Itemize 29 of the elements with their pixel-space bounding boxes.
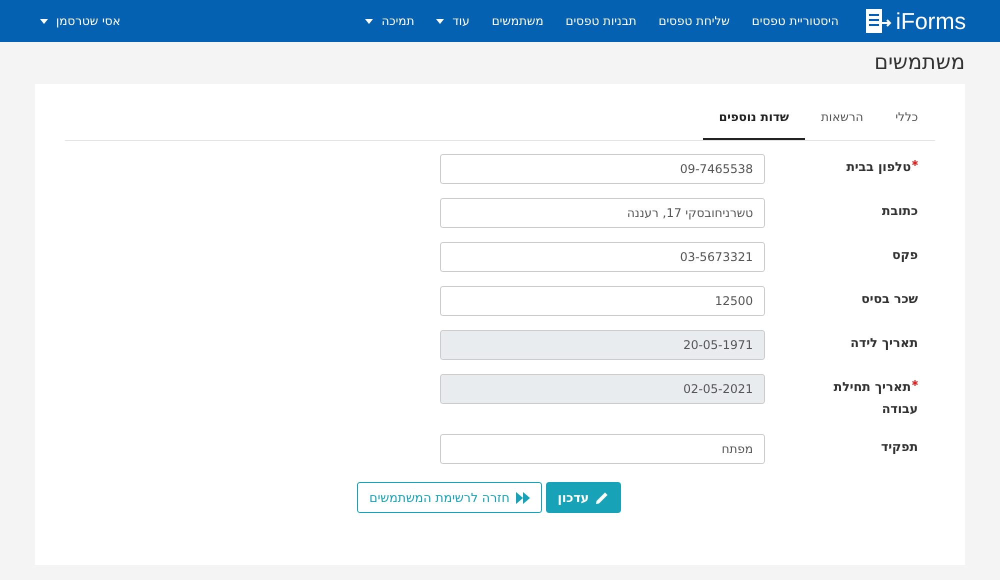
nav-link[interactable]: שליחת טפסים: [658, 14, 730, 28]
input-field[interactable]: 12500: [440, 286, 765, 316]
logo-text[interactable]: iForms: [896, 8, 966, 34]
tab[interactable]: שדות נוספים: [702, 100, 806, 140]
input-field[interactable]: 03-5673321: [440, 242, 765, 272]
fast-forward-icon: [516, 492, 530, 504]
field-label: כתובת: [880, 202, 918, 220]
field-label: טלפון בבית: [811, 154, 918, 178]
form-arrow-icon: [864, 8, 893, 34]
field-label: תאריך תחילת עבודה: [832, 378, 918, 418]
nav-link[interactable]: משתמשים: [492, 14, 544, 28]
page-title: משתמשים: [873, 49, 966, 76]
user-menu[interactable]: אסי שטרסמן: [40, 14, 121, 28]
nav-link[interactable]: היסטוריית טפסים: [752, 14, 839, 28]
nav-link[interactable]: תמיכה: [365, 14, 414, 28]
field-label: תאריך לידה: [849, 334, 918, 352]
required-icon: [912, 380, 918, 386]
pencil-icon: [595, 490, 609, 504]
input-field[interactable]: 09-7465538: [440, 154, 765, 184]
tab[interactable]: כללי: [879, 100, 935, 140]
tab[interactable]: הרשאות: [805, 100, 880, 140]
input-field[interactable]: מפתח: [440, 434, 765, 464]
field-label: פקס: [891, 246, 918, 264]
required-icon: [912, 160, 918, 166]
input-field[interactable]: טשרניחובסקי 17, רעננה: [440, 198, 765, 228]
nav-link[interactable]: תבניות טפסים: [566, 14, 637, 28]
field-label: שכר בסיס: [860, 290, 918, 308]
field-label: תפקיד: [880, 438, 918, 456]
nav-link[interactable]: עוד: [436, 14, 470, 28]
